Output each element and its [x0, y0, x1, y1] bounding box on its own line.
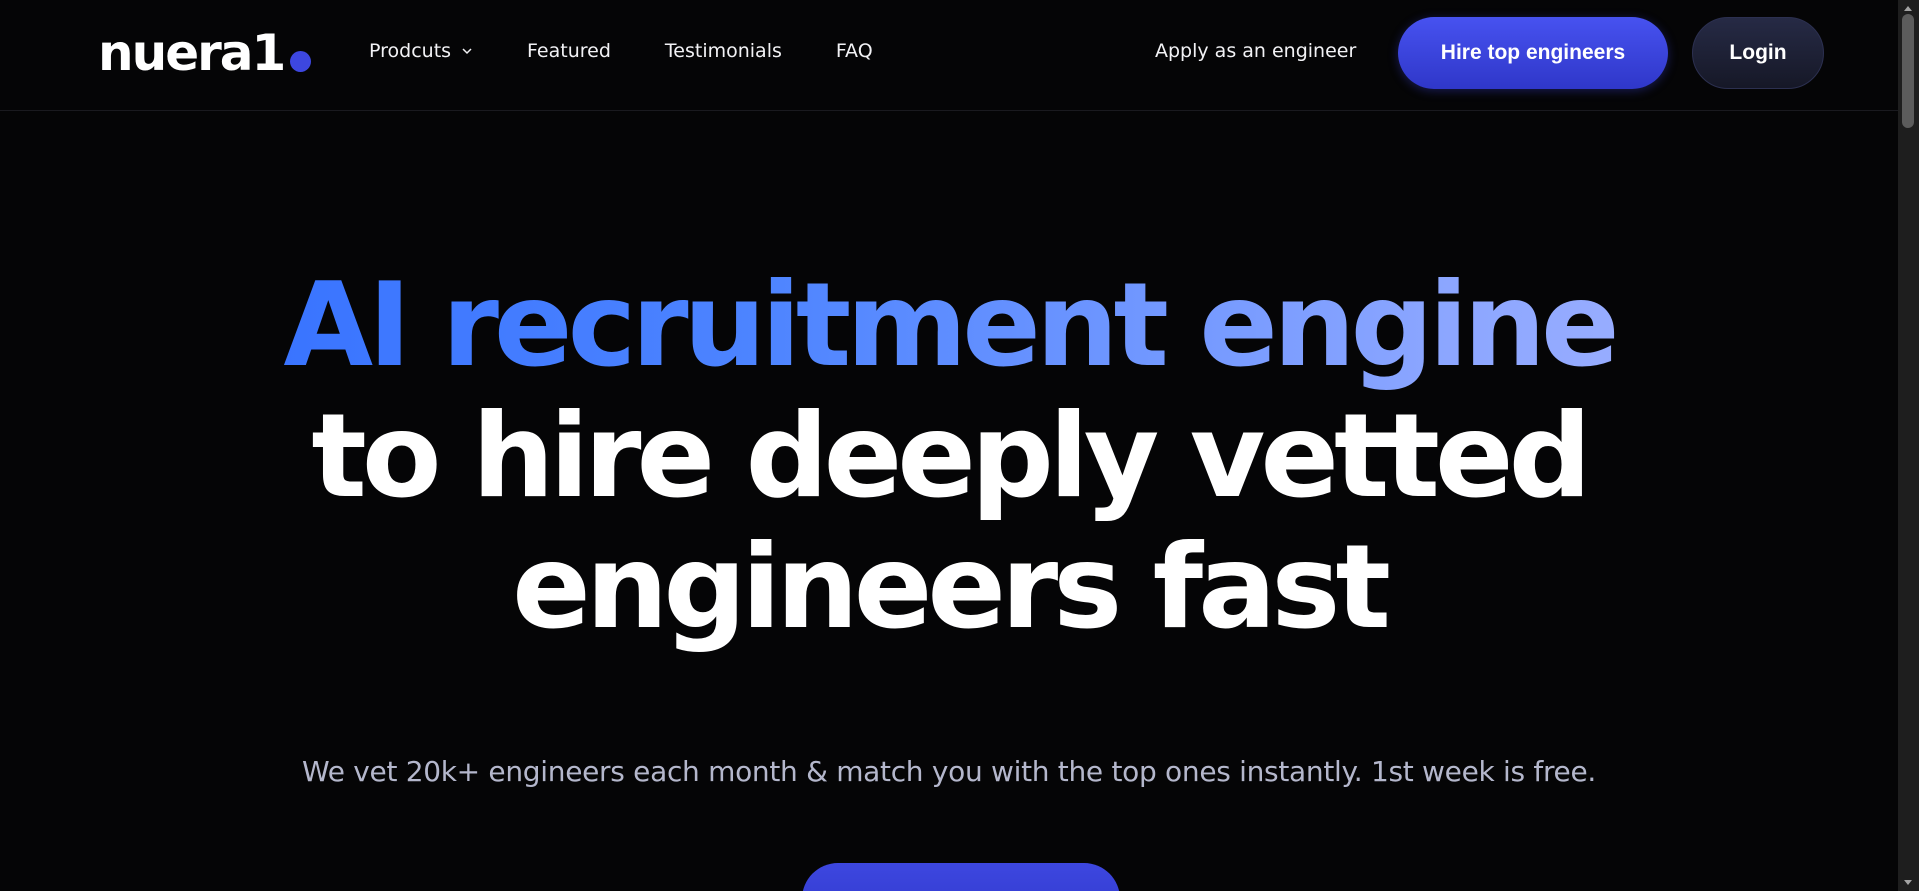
- headline-accent: AI recruitment engine: [0, 260, 1898, 391]
- headline-line-3: engineers fast: [512, 520, 1391, 655]
- scroll-down-icon[interactable]: [1904, 880, 1912, 885]
- nav-item-products-label: Prodcuts: [369, 40, 452, 62]
- nav-item-featured[interactable]: Featured: [527, 40, 611, 62]
- login-button[interactable]: Login: [1692, 17, 1824, 89]
- apply-as-engineer-link[interactable]: Apply as an engineer: [1155, 40, 1356, 62]
- headline-line-2: to hire deeply vetted: [311, 389, 1591, 524]
- logo-dot-icon: [290, 51, 312, 72]
- chevron-down-icon: [462, 48, 472, 55]
- scroll-up-icon[interactable]: [1904, 6, 1912, 11]
- hero: AI recruitment engine to hire deeply vet…: [0, 260, 1898, 653]
- scroll-thumb[interactable]: [1902, 14, 1914, 128]
- page: nuera1 Prodcuts Featured Testimonials FA…: [0, 0, 1919, 891]
- navbar: nuera1 Prodcuts Featured Testimonials FA…: [0, 0, 1898, 111]
- nav-links: Prodcuts Featured Testimonials FAQ: [369, 40, 927, 62]
- nav-item-testimonials[interactable]: Testimonials: [665, 40, 782, 62]
- hire-top-engineers-button[interactable]: Hire top engineers: [1398, 17, 1668, 89]
- nav-item-products[interactable]: Prodcuts: [369, 40, 473, 62]
- logo[interactable]: nuera1: [98, 18, 312, 82]
- hero-headline: AI recruitment engine to hire deeply vet…: [0, 260, 1898, 653]
- logo-text: nuera1: [98, 24, 286, 82]
- scrollbar[interactable]: [1898, 0, 1919, 891]
- hero-subtitle: We vet 20k+ engineers each month & match…: [301, 755, 1596, 788]
- nav-item-faq[interactable]: FAQ: [836, 40, 873, 62]
- hero-cta-button[interactable]: [802, 863, 1120, 891]
